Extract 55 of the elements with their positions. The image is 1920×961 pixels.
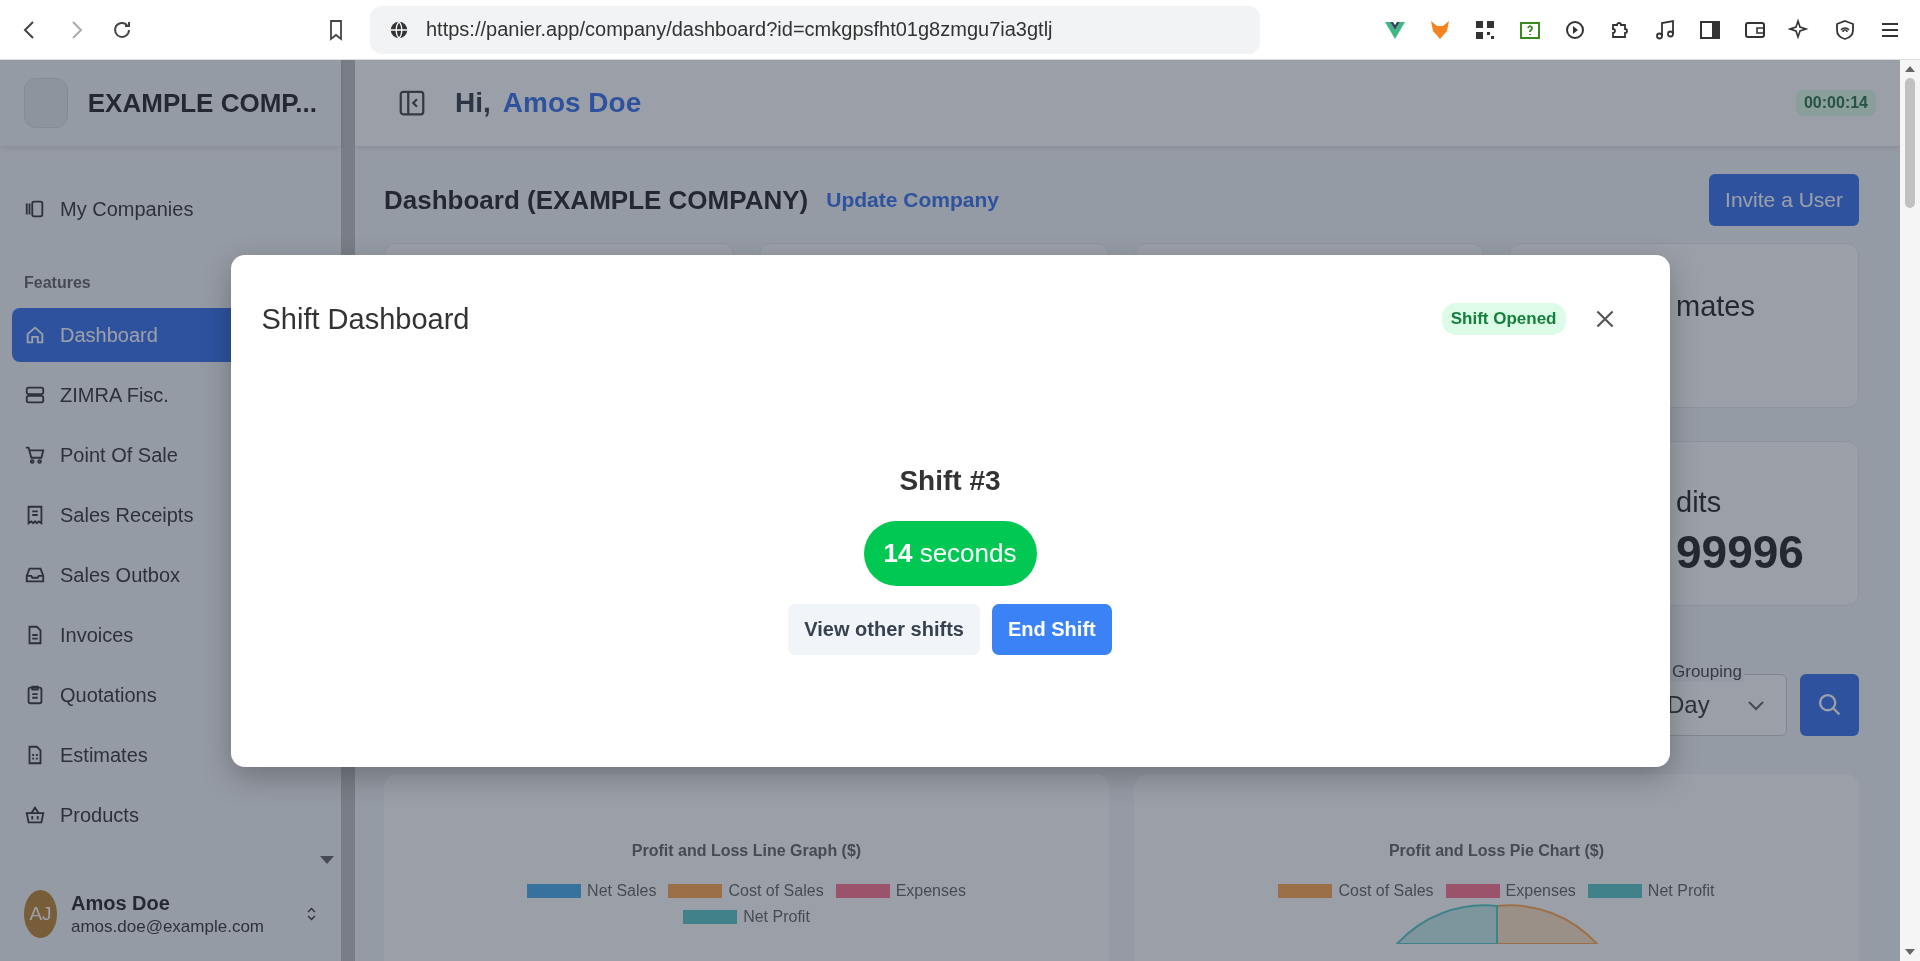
user-email: amos.doe@example.com	[71, 916, 264, 937]
nav-item[interactable]: My Companies	[12, 182, 312, 236]
timer-badge: 00:00:14	[1795, 90, 1876, 116]
nav-item[interactable]: Point Of Sale	[12, 428, 312, 482]
globe-icon	[388, 18, 410, 41]
legend-item[interactable]: Expenses	[1445, 882, 1576, 900]
greeting-text: Hi,	[455, 87, 491, 119]
card-label: mates	[1676, 290, 1756, 323]
scroll-down-icon[interactable]	[319, 855, 335, 865]
update-company-link[interactable]: Update Company	[826, 188, 999, 212]
invite-user-button[interactable]: Invite a User	[1709, 174, 1859, 226]
legend-item[interactable]: Cost of Sales	[1278, 882, 1434, 900]
scrollbar-thumb[interactable]	[1905, 78, 1915, 208]
section-heading: Features	[23, 273, 92, 293]
nav-item[interactable]: Estimates	[12, 728, 312, 782]
server-icon	[24, 384, 46, 406]
address-bar[interactable]: https://panier.app/company/dashboard?id=cmkgpsfht01g8zmgu7ia3gtlj	[370, 5, 1260, 54]
shift-number: Shift #3	[899, 464, 1001, 497]
view-shifts-button[interactable]: View other shifts	[788, 603, 980, 655]
end-shift-button[interactable]: End Shift	[991, 603, 1112, 655]
legend-item[interactable]: Cost of Sales	[668, 882, 824, 900]
chart-title: Profit and Loss Line Graph ($)	[631, 842, 862, 860]
nav-item[interactable]: Invoices	[12, 608, 312, 662]
status-badge: Shift Opened	[1441, 303, 1566, 335]
scrollbar[interactable]	[1900, 60, 1920, 961]
card-label: dits	[1676, 486, 1723, 519]
legend-item[interactable]: Expenses	[835, 882, 966, 900]
legend-item[interactable]: Net Profit	[1587, 882, 1715, 900]
user-name: Amos Doe	[71, 891, 171, 915]
nav-item[interactable]: Quotations	[12, 668, 312, 722]
field-label: Grouping	[1670, 662, 1744, 682]
scroll-up-icon[interactable]	[1905, 66, 1915, 72]
nav-item[interactable]: Sales Outbox	[12, 548, 312, 602]
cart-icon	[24, 444, 46, 466]
sidebar-toggle-icon[interactable]	[397, 88, 427, 118]
user-name: Amos Doe	[502, 87, 642, 119]
search-button[interactable]	[1800, 674, 1859, 736]
legend-item[interactable]: Net Profit	[683, 908, 810, 926]
company-name: EXAMPLE COMP...	[87, 87, 317, 119]
basket-icon	[24, 804, 46, 826]
columns-icon	[24, 198, 46, 220]
music-note-icon[interactable]	[1653, 17, 1677, 42]
duration-badge: 14 seconds	[863, 520, 1037, 586]
user-avatar: AJ	[24, 890, 57, 938]
nav-item[interactable]: ZIMRA Fisc.	[12, 368, 312, 422]
scroll-down-icon[interactable]	[1905, 949, 1915, 955]
legend-item[interactable]: Net Sales	[527, 882, 657, 900]
nav-item[interactable]: Products	[12, 788, 312, 842]
chart-title: Profit and Loss Pie Chart ($)	[1388, 842, 1605, 860]
page-title: Dashboard (EXAMPLE COMPANY)	[384, 184, 809, 216]
home-icon	[24, 324, 46, 346]
nav-item[interactable]: Sales Receipts	[12, 488, 312, 542]
url-text: https://panier.app/company/dashboard?id=cmkgpsfht01g8zmgu7ia3gtlj	[426, 18, 1053, 41]
shield-icon[interactable]	[1833, 17, 1857, 42]
card-value: 99996	[1676, 525, 1805, 579]
